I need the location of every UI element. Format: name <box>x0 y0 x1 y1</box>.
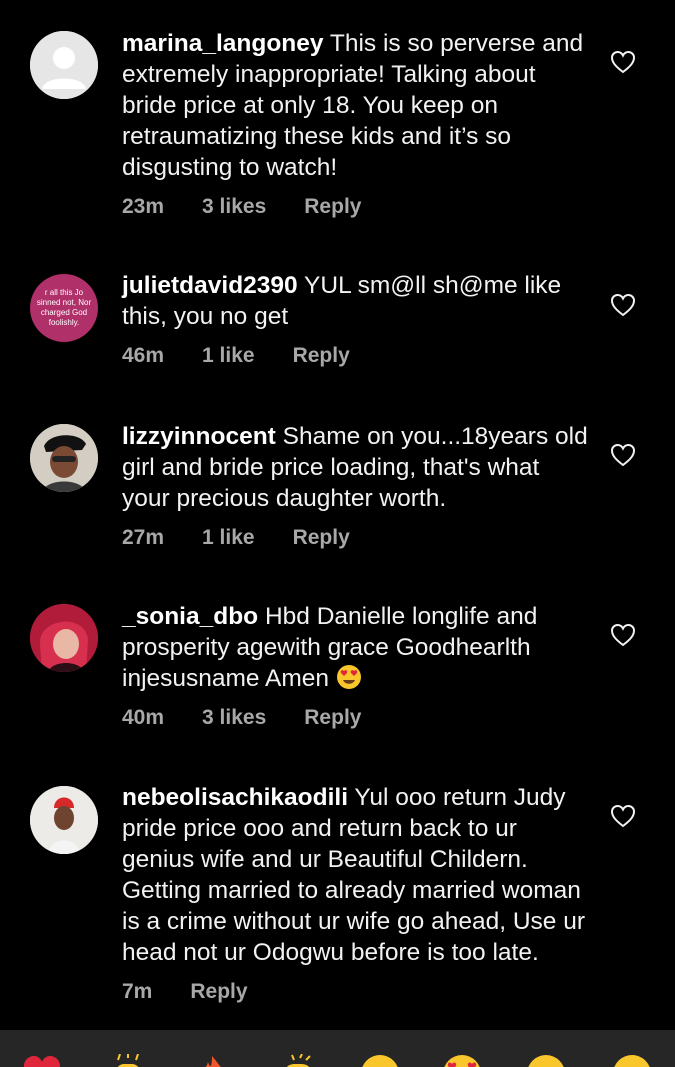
comment-username[interactable]: julietdavid2390 <box>122 272 298 299</box>
avatar[interactable] <box>30 604 98 672</box>
laughing-face-reaction-icon[interactable] <box>612 1054 652 1067</box>
comment-body: marina_langoney This is so perverse and … <box>122 28 592 219</box>
comment-text: lizzyinnocent Shame on you...18years old… <box>122 421 592 514</box>
reply-button[interactable]: Reply <box>190 980 247 1004</box>
comment-time: 23m <box>122 195 165 218</box>
comment-likes[interactable]: 3 likes <box>202 706 266 730</box>
heart-eyes-face-reaction-icon[interactable] <box>442 1054 482 1067</box>
default-avatar-icon <box>30 31 98 99</box>
comment-time: 7m <box>122 980 153 1003</box>
like-heart-icon[interactable] <box>610 443 636 467</box>
comment-time: 40m <box>122 706 165 729</box>
comment-time: 27m <box>122 526 165 549</box>
avatar-text: r all this Jo sinned not, Nor charged Go… <box>36 288 92 327</box>
comment-meta: 46m 1 like Reply <box>122 344 592 368</box>
reply-button[interactable]: Reply <box>304 706 361 730</box>
comment-meta: 7m Reply <box>122 980 592 1004</box>
comment-meta: 23m 3 likes Reply <box>122 195 592 219</box>
comment-time: 46m <box>122 344 165 367</box>
comment-message: Yul ooo return Judy pride price ooo and … <box>122 784 585 966</box>
comment-body: lizzyinnocent Shame on you...18years old… <box>122 421 592 550</box>
comment-username[interactable]: _sonia_dbo <box>122 603 258 630</box>
comment-meta: 27m 1 like Reply <box>122 526 592 550</box>
avatar[interactable] <box>30 31 98 99</box>
comment-text: julietdavid2390 YUL sm@ll sh@me like thi… <box>122 270 592 332</box>
comment-text: _sonia_dbo Hbd Danielle longlife and pro… <box>122 601 592 694</box>
comment-text: nebeolisachikaodili Yul ooo return Judy … <box>122 782 592 968</box>
comment-username[interactable]: lizzyinnocent <box>122 423 276 450</box>
reply-button[interactable]: Reply <box>293 526 350 550</box>
comment-username[interactable]: marina_langoney <box>122 30 324 57</box>
emoji-reaction-bar <box>0 1030 675 1067</box>
like-heart-icon[interactable] <box>610 804 636 828</box>
comment-meta: 40m 3 likes Reply <box>122 706 592 730</box>
raising-hands-reaction-icon[interactable] <box>108 1054 148 1067</box>
avatar[interactable] <box>30 786 98 854</box>
comment-likes[interactable]: 3 likes <box>202 195 266 219</box>
comment-likes[interactable]: 1 like <box>202 526 255 550</box>
comment-body: nebeolisachikaodili Yul ooo return Judy … <box>122 782 592 1004</box>
profile-photo-icon <box>30 604 98 672</box>
avatar[interactable]: r all this Jo sinned not, Nor charged Go… <box>30 274 98 342</box>
profile-photo-icon <box>30 786 98 854</box>
comment-username[interactable]: nebeolisachikaodili <box>122 784 348 811</box>
red-heart-reaction-icon[interactable] <box>22 1054 62 1067</box>
avatar[interactable] <box>30 424 98 492</box>
comment-likes[interactable]: 1 like <box>202 344 255 368</box>
comment-body: _sonia_dbo Hbd Danielle longlife and pro… <box>122 601 592 730</box>
fire-reaction-icon[interactable] <box>192 1054 232 1067</box>
heart-eyes-emoji-icon <box>336 665 361 689</box>
reply-button[interactable]: Reply <box>293 344 350 368</box>
like-heart-icon[interactable] <box>610 50 636 74</box>
like-heart-icon[interactable] <box>610 293 636 317</box>
like-heart-icon[interactable] <box>610 623 636 647</box>
open-mouth-face-reaction-icon[interactable] <box>526 1054 566 1067</box>
crying-face-reaction-icon[interactable] <box>360 1054 400 1067</box>
clapping-hands-reaction-icon[interactable] <box>278 1054 318 1067</box>
comment-text: marina_langoney This is so perverse and … <box>122 28 592 183</box>
comment-body: julietdavid2390 YUL sm@ll sh@me like thi… <box>122 270 592 368</box>
profile-photo-icon <box>30 424 98 492</box>
reply-button[interactable]: Reply <box>304 195 361 219</box>
